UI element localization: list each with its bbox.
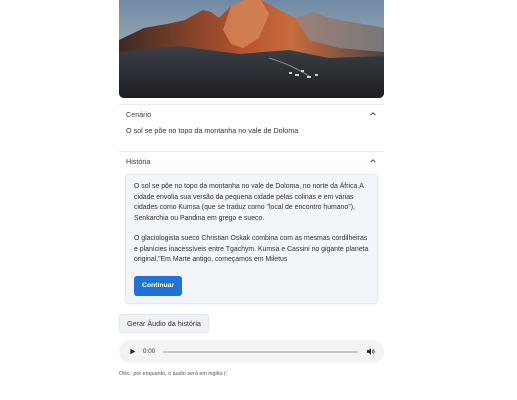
story-card: O sol se põe no topo da montanha no vale… [125, 174, 378, 304]
scenario-title: Cenário [126, 109, 152, 119]
story-header[interactable]: História [119, 152, 384, 170]
audio-progress-track[interactable] [163, 350, 358, 353]
volume-icon[interactable] [366, 347, 376, 357]
hero-mountain-image [119, 0, 384, 98]
audio-language-note: Obs.: por enquanto, o áudio será em ingl… [119, 371, 228, 377]
generate-audio-button[interactable]: Gerar Áudio da história [119, 314, 209, 333]
audio-player: 0:00 [119, 340, 384, 363]
story-section: História O sol se põe no topo da montanh… [119, 151, 384, 304]
story-paragraph-1: O sol se põe no topo da montanha no vale… [134, 183, 364, 222]
scenario-section: Cenário O sol se põe no topo da montanha… [119, 104, 384, 144]
page: Cenário O sol se põe no topo da montanha… [0, 0, 517, 400]
scenario-header[interactable]: Cenário [119, 105, 384, 123]
scenario-body: O sol se põe no topo da montanha no vale… [119, 123, 384, 144]
continue-button[interactable]: Continuar [134, 275, 183, 296]
audio-time: 0:00 [143, 348, 156, 355]
generate-audio-label: Gerar Áudio da história [127, 319, 201, 328]
play-icon[interactable] [127, 347, 137, 357]
story-paragraph-2: O glaciologista sueco Christian Oskak co… [134, 235, 369, 263]
chevron-up-icon[interactable] [369, 110, 377, 118]
scenario-text: O sol se põe no topo da montanha no vale… [126, 126, 299, 135]
story-title: História [126, 156, 151, 166]
chevron-up-icon[interactable] [369, 157, 377, 165]
